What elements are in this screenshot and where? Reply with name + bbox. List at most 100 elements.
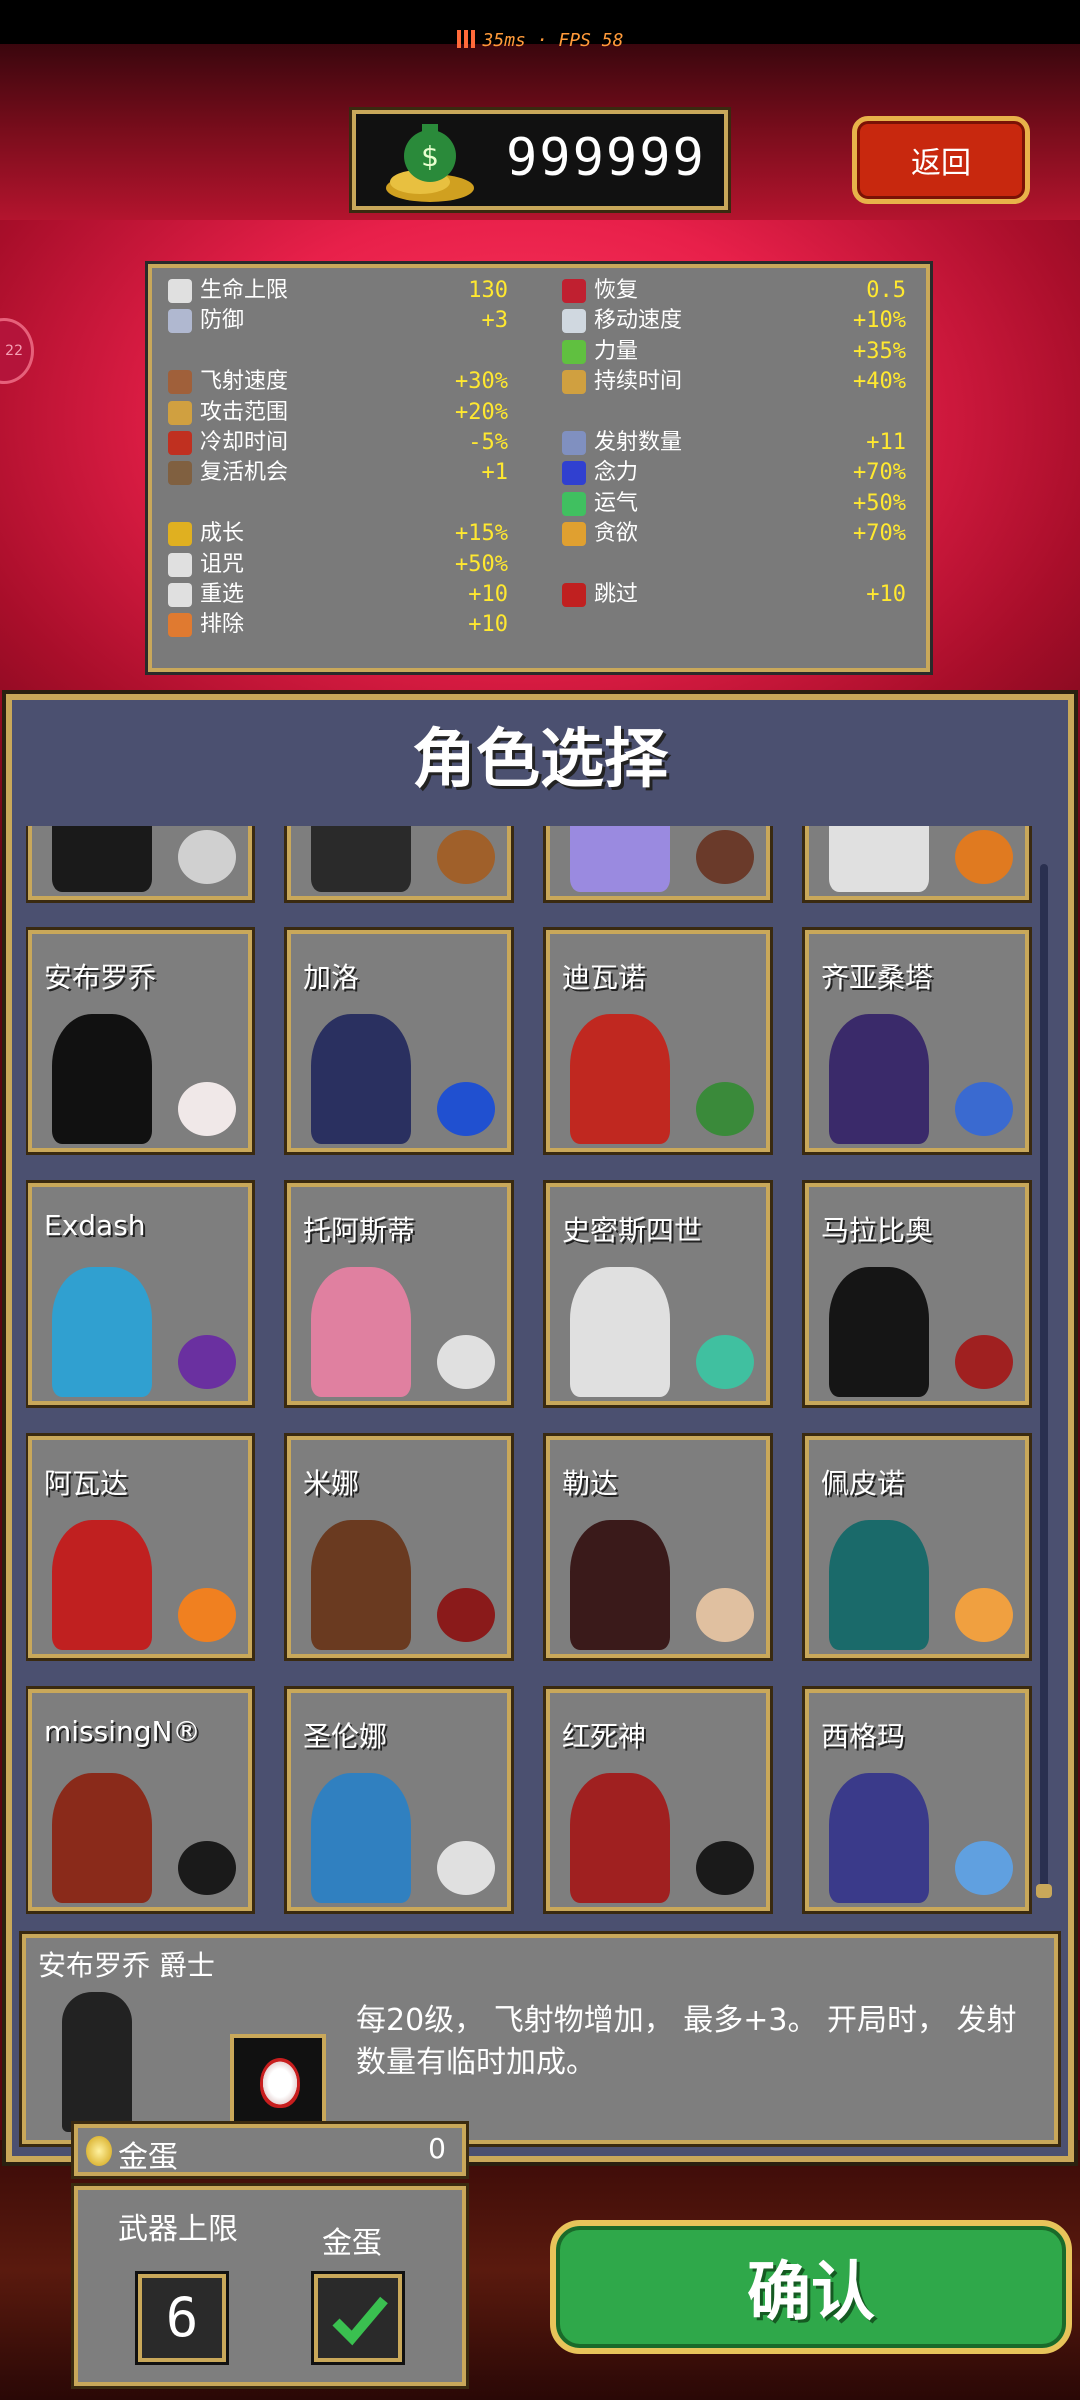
coin-amount: 999999 (506, 128, 706, 188)
svg-text:$: $ (421, 140, 439, 173)
stat-label: 排除 (200, 612, 245, 638)
starting-weapon-icon (178, 1335, 236, 1389)
stat-label: 飞射速度 (200, 369, 289, 395)
character-portrait (311, 1520, 411, 1650)
stat-value: +70% (853, 460, 906, 486)
stat-row: 诅咒 +50% (168, 550, 508, 580)
stat-label: 发射数量 (594, 430, 683, 455)
stat-value: +30% (455, 369, 508, 395)
starting-weapon-icon (696, 1335, 754, 1389)
character-portrait (52, 826, 152, 892)
panel-title: 角色选择 (412, 723, 668, 797)
character-card[interactable]: 佩皮诺 (802, 1433, 1032, 1661)
stat-icon (168, 461, 192, 486)
confirm-button[interactable]: 确认 (550, 2220, 1072, 2354)
character-portrait (570, 1014, 670, 1144)
starting-weapon-icon (178, 1841, 236, 1895)
stat-value: +70% (853, 521, 906, 547)
stat-row: 持续时间 +40% (562, 367, 906, 397)
stat-icon (562, 491, 586, 516)
golden-egg-icon (86, 2136, 112, 2166)
golden-egg-toggle-label: 金蛋 (322, 2226, 382, 2261)
character-name: 齐亚桑塔 (821, 961, 934, 994)
character-card[interactable]: 阿瓦达 (26, 1433, 255, 1661)
weapon-limit-value[interactable]: 6 (135, 2271, 229, 2365)
character-card[interactable] (543, 826, 773, 903)
character-card[interactable] (802, 826, 1032, 903)
stat-label: 防御 (200, 308, 245, 334)
character-name: Exdash (44, 1209, 146, 1242)
stat-icon (168, 613, 192, 638)
stat-value: 0.5 (866, 278, 906, 303)
stat-icon (168, 279, 192, 303)
starting-weapon-icon (178, 830, 236, 884)
stat-label: 成长 (200, 521, 245, 547)
stat-value: +1 (481, 460, 509, 486)
stat-label: 跳过 (594, 582, 639, 607)
back-button[interactable]: 返回 (852, 116, 1030, 204)
stat-label: 力量 (594, 338, 639, 364)
character-card[interactable]: 勒达 (543, 1433, 773, 1661)
character-card[interactable]: 安布罗乔 (26, 927, 255, 1155)
character-card[interactable]: missingN® (26, 1686, 255, 1914)
stat-row: 成长 +15% (168, 519, 508, 549)
stat-label: 重选 (200, 582, 245, 607)
character-card[interactable]: 迪瓦诺 (543, 927, 773, 1155)
stat-value: 130 (468, 278, 508, 303)
character-name: 迪瓦诺 (562, 961, 647, 994)
golden-egg-label: 金蛋 (118, 2140, 178, 2175)
stat-icon (562, 522, 586, 547)
stat-row: 重选 +10 (168, 580, 508, 610)
character-portrait (829, 826, 929, 892)
starting-weapon-icon (437, 1082, 495, 1136)
stat-value: +50% (853, 490, 906, 516)
stat-value: +20% (455, 399, 508, 425)
character-card[interactable]: 马拉比奥 (802, 1180, 1032, 1408)
character-card[interactable]: Exdash (26, 1180, 255, 1408)
stat-icon (168, 552, 192, 577)
character-card[interactable] (26, 826, 255, 903)
scrollbar-thumb[interactable] (1036, 1884, 1052, 1898)
character-card[interactable]: 米娜 (284, 1433, 514, 1661)
stat-value: +10 (468, 582, 508, 607)
character-card[interactable]: 红死神 (543, 1686, 773, 1914)
character-card[interactable]: 托阿斯蒂 (284, 1180, 514, 1408)
character-portrait (52, 1014, 152, 1144)
character-name: missingN® (44, 1715, 201, 1748)
character-portrait (570, 826, 670, 892)
character-card[interactable]: 加洛 (284, 927, 514, 1155)
stat-row: 贪欲 +70% (562, 519, 906, 549)
stat-value: +15% (455, 521, 508, 547)
character-portrait (52, 1267, 152, 1397)
character-card[interactable] (284, 826, 514, 903)
character-card[interactable]: 西格玛 (802, 1686, 1032, 1914)
stat-label: 生命上限 (200, 278, 289, 303)
starting-weapon-icon (696, 1082, 754, 1136)
stat-icon (168, 400, 192, 425)
stat-icon (168, 431, 192, 455)
stat-row: 跳过 +10 (562, 580, 906, 610)
stat-icon (562, 431, 586, 455)
stat-icon (562, 309, 586, 334)
selected-character-description: 每20级， 飞射物增加， 最多+3。 开局时， 发射数量有临时加成。 (356, 2003, 1017, 2080)
stat-row: 攻击范围 +20% (168, 398, 508, 428)
checkmark-icon (332, 2296, 388, 2346)
golden-egg-checkbox[interactable] (311, 2271, 405, 2365)
stat-label: 念力 (594, 460, 639, 486)
character-name: 托阿斯蒂 (303, 1214, 416, 1247)
selected-character-name: 安布罗乔 爵士 (38, 1949, 215, 1982)
character-card[interactable]: 齐亚桑塔 (802, 927, 1032, 1155)
starting-weapon-icon (178, 1082, 236, 1136)
starting-weapon-icon (696, 1588, 754, 1642)
stat-row: 发射数量 +11 (562, 428, 906, 458)
starting-weapon-icon (437, 830, 495, 884)
starting-weapon-icon (955, 830, 1013, 884)
character-card[interactable]: 史密斯四世 (543, 1180, 773, 1408)
starting-weapon-icon (178, 1588, 236, 1642)
stat-value: +40% (853, 369, 906, 395)
scrollbar-track[interactable] (1040, 864, 1048, 1894)
character-grid[interactable]: 安布罗乔 加洛 迪瓦诺 齐亚桑塔 Exdash 托阿斯蒂 史密斯四世 马拉比奥阿瓦达 米娜 勒达 佩… (26, 826, 1036, 1914)
stat-row: 力量 +35% (562, 337, 906, 367)
stat-row: 复活机会 +1 (168, 458, 508, 488)
character-card[interactable]: 圣伦娜 (284, 1686, 514, 1914)
